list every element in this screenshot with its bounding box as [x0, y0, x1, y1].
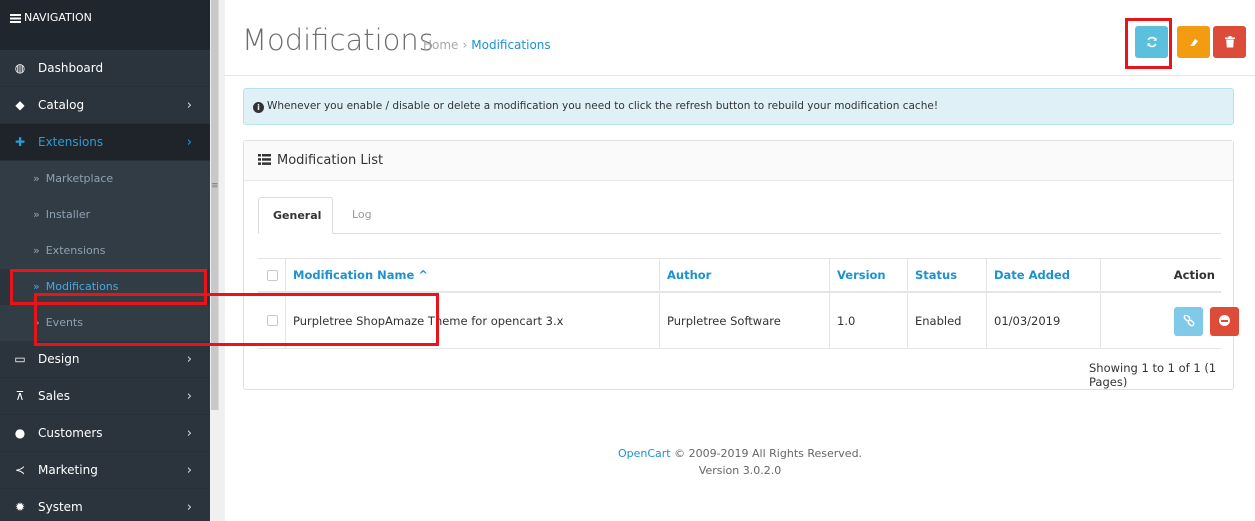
breadcrumb: Home › Modifications: [423, 38, 551, 52]
sidebar: NAVIGATION ◍ Dashboard ◆ Catalog › ✚ Extens…: [0, 0, 210, 521]
row-highlight-box: [34, 293, 439, 346]
sidebar-item-label: Dashboard: [38, 61, 104, 75]
main-content: Modifications Home › Modifications i Whenev…: [225, 0, 1255, 521]
sidebar-item-sales[interactable]: ⊼ Sales ›: [0, 378, 210, 415]
share-icon: ≺: [14, 463, 26, 477]
cart-icon: ⊼: [15, 389, 25, 403]
cog-icon: ✹: [14, 500, 26, 514]
double-chevron-icon: »: [33, 172, 40, 185]
sidebar-item-label: Catalog: [38, 98, 85, 112]
page-title: Modifications: [242, 23, 434, 57]
chevron-right-icon: ›: [186, 389, 192, 404]
cell-action: [1101, 293, 1221, 348]
scrollbar[interactable]: [211, 0, 219, 410]
tab-general[interactable]: General: [258, 197, 333, 234]
alert-text: Whenever you enable / disable or delete …: [267, 100, 939, 112]
chevron-right-icon: ›: [186, 426, 192, 441]
monitor-icon: ▭: [14, 352, 26, 366]
sidebar-subitem-label: Modifications: [45, 280, 119, 293]
puzzle-icon: ✚: [14, 135, 26, 149]
chevron-right-icon: ›: [186, 98, 192, 113]
tab-bar: General Log: [258, 197, 1221, 234]
column-header-action: Action: [1173, 268, 1215, 282]
sidebar-item-label: Design: [38, 352, 80, 366]
sidebar-splitter[interactable]: ≡: [210, 0, 225, 521]
sidebar-subitem-extensions[interactable]: » Extensions: [0, 233, 210, 269]
double-chevron-icon: »: [33, 208, 40, 221]
panel-title: Modification List: [277, 153, 384, 168]
table-header: Modification Name ^ Author Version Statu…: [258, 258, 1221, 293]
panel-heading: Modification List: [244, 141, 1233, 181]
sidebar-item-label: System: [38, 500, 83, 514]
pagination-results: Showing 1 to 1 of 1 (1 Pages): [1089, 361, 1217, 389]
sidebar-item-label: Customers: [38, 426, 103, 440]
sidebar-item-extensions[interactable]: ✚ Extensions ›: [0, 124, 210, 161]
sidebar-subitem-installer[interactable]: » Installer: [0, 197, 210, 233]
navigation-label: NAVIGATION: [24, 11, 92, 24]
list-icon: [258, 154, 271, 165]
delete-button[interactable]: [1213, 26, 1246, 58]
select-all-cell: [258, 259, 286, 291]
sidebar-item-design[interactable]: ▭ Design ›: [0, 341, 210, 378]
column-header-date-added[interactable]: Date Added: [987, 259, 1101, 291]
footer: OpenCart © 2009-2019 All Rights Reserved…: [225, 445, 1255, 479]
cell-status: Enabled: [908, 293, 987, 348]
chevron-right-icon: ›: [186, 500, 192, 515]
chevron-right-icon: ›: [186, 352, 192, 367]
trash-icon: [1224, 36, 1235, 48]
eraser-icon: [1189, 39, 1198, 46]
sidebar-item-system[interactable]: ✹ System ›: [0, 489, 210, 521]
sidebar-item-dashboard[interactable]: ◍ Dashboard: [0, 50, 210, 87]
opencart-link[interactable]: OpenCart: [618, 447, 671, 460]
chevron-right-icon: ›: [186, 463, 192, 478]
clear-button[interactable]: [1177, 26, 1210, 58]
sidebar-item-customers[interactable]: ● Customers ›: [0, 415, 210, 452]
cell-date-added: 01/03/2019: [987, 293, 1101, 348]
footer-copyright: © 2009-2019 All Rights Reserved.: [674, 447, 863, 460]
sidebar-item-marketing[interactable]: ≺ Marketing ›: [0, 452, 210, 489]
sidebar-item-label: Extensions: [38, 135, 104, 149]
column-header-author[interactable]: Author: [660, 259, 830, 291]
chevron-right-icon: ›: [186, 135, 192, 150]
cell-author: Purpletree Software: [660, 293, 830, 348]
link-button[interactable]: [1174, 307, 1203, 336]
info-alert: i Whenever you enable / disable or delete…: [243, 88, 1234, 125]
cell-version: 1.0: [830, 293, 908, 348]
double-chevron-icon: »: [33, 244, 40, 257]
grip-icon: ≡: [211, 181, 219, 191]
sidebar-subitem-label: Extensions: [45, 244, 106, 257]
navigation-header[interactable]: NAVIGATION: [0, 0, 210, 50]
footer-version: Version 3.0.2.0: [698, 464, 782, 477]
breadcrumb-separator-icon: ›: [462, 38, 468, 52]
footer-copyright-line: OpenCart © 2009-2019 All Rights Reserved…: [225, 445, 1255, 462]
refresh-highlight-box: [1125, 18, 1172, 69]
minus-circle-icon: [1219, 315, 1230, 326]
user-icon: ●: [14, 426, 26, 440]
breadcrumb-modifications[interactable]: Modifications: [471, 38, 550, 52]
column-header-name[interactable]: Modification Name ^: [286, 259, 660, 291]
menu-icon: [10, 13, 21, 23]
sidebar-item-label: Sales: [38, 389, 70, 403]
link-icon: [1183, 314, 1194, 327]
sidebar-item-label: Marketing: [38, 463, 98, 477]
sidebar-subitem-label: Installer: [45, 208, 91, 221]
modification-panel: Modification List General Log Modificati…: [243, 140, 1239, 390]
info-circle-icon: i: [253, 102, 264, 113]
app-root: NAVIGATION ◍ Dashboard ◆ Catalog › ✚ Extens…: [0, 0, 1255, 521]
double-chevron-icon: »: [33, 280, 40, 293]
page-header: Modifications Home › Modifications: [225, 0, 1255, 76]
sidebar-subitem-marketplace[interactable]: » Marketplace: [0, 161, 210, 197]
breadcrumb-home[interactable]: Home: [423, 38, 458, 52]
sidebar-item-catalog[interactable]: ◆ Catalog ›: [0, 87, 210, 124]
select-all-checkbox[interactable]: [267, 269, 278, 281]
column-header-version[interactable]: Version: [830, 259, 908, 291]
sidebar-subitem-label: Marketplace: [45, 172, 114, 185]
tab-log[interactable]: Log: [338, 197, 386, 234]
dashboard-icon: ◍: [14, 61, 26, 75]
column-header-status[interactable]: Status: [908, 259, 987, 291]
disable-button[interactable]: [1210, 307, 1239, 336]
tag-icon: ◆: [15, 98, 25, 112]
